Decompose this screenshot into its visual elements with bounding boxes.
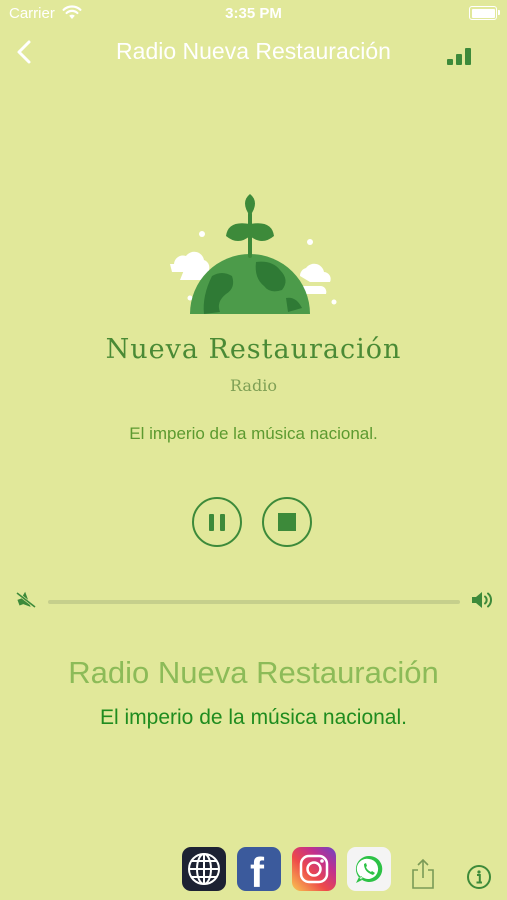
info-icon (467, 865, 491, 889)
station-logo (170, 194, 337, 314)
facebook-button[interactable]: f (237, 847, 281, 891)
status-bar: Carrier 3:35 PM (0, 0, 507, 28)
back-button[interactable] (10, 36, 40, 68)
instagram-button[interactable] (292, 847, 336, 891)
whatsapp-icon (355, 855, 383, 883)
now-playing-station: Radio Nueva Restauración (68, 655, 439, 690)
nav-bar: Radio Nueva Restauración (0, 30, 507, 74)
web-button[interactable] (182, 847, 226, 891)
logo-subtitle: Radio (230, 376, 277, 395)
stop-icon (278, 513, 296, 531)
now-playing-slogan: El imperio de la música nacional. (100, 706, 407, 729)
facebook-icon: f (250, 849, 264, 892)
status-time: 3:35 PM (225, 5, 282, 22)
globe-icon (188, 853, 220, 885)
share-icon (412, 858, 434, 889)
battery-icon (469, 6, 500, 20)
logo-name: Nueva Restauración (105, 334, 402, 365)
instagram-icon (299, 854, 329, 884)
nav-title: Radio Nueva Restauración (116, 38, 391, 64)
screen: Carrier 3:35 PM Radio Nueva Restauración (0, 0, 507, 900)
station-slogan: El imperio de la música nacional. (129, 424, 378, 443)
speaker-mute-icon[interactable] (16, 591, 36, 609)
pause-button[interactable] (192, 497, 242, 547)
chevron-left-icon (17, 40, 31, 64)
speaker-volume-icon[interactable] (470, 590, 494, 610)
info-button[interactable] (466, 864, 492, 890)
stop-button[interactable] (262, 497, 312, 547)
volume-slider[interactable] (48, 600, 460, 604)
whatsapp-button[interactable] (347, 847, 391, 891)
signal-bars-icon[interactable] (447, 47, 471, 65)
share-button[interactable] (410, 858, 436, 890)
